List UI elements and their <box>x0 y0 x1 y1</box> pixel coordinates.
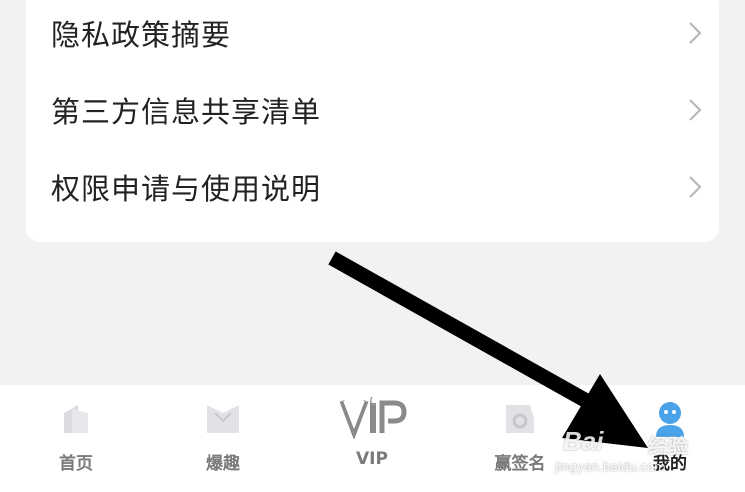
autograph-icon <box>506 405 534 433</box>
tab-label: 爆趣 <box>206 454 240 474</box>
tab-vip[interactable]: VIP <box>312 385 432 492</box>
menu-item-label: 权限申请与使用说明 <box>51 172 322 206</box>
tab-fun[interactable]: 爆趣 <box>163 385 283 492</box>
tab-label: 我的 <box>653 454 687 474</box>
settings-card: 隐私政策摘要 第三方信息共享清单 权限申请与使用说明 <box>26 0 719 242</box>
tab-autograph[interactable]: 赢签名 <box>460 385 580 492</box>
home-icon <box>64 405 88 433</box>
chevron-right-icon <box>689 176 702 198</box>
tab-label: 赢签名 <box>494 454 546 474</box>
tab-label: VIP <box>356 449 388 469</box>
menu-item-third-party-sharing[interactable]: 第三方信息共享清单 <box>26 72 719 148</box>
profile-icon <box>656 402 684 437</box>
vip-logo <box>339 396 407 439</box>
fun-icon <box>207 405 239 433</box>
menu-item-permissions[interactable]: 权限申请与使用说明 <box>26 149 719 225</box>
chevron-right-icon <box>689 22 702 44</box>
menu-item-label: 第三方信息共享清单 <box>51 95 322 129</box>
menu-item-privacy-summary[interactable]: 隐私政策摘要 <box>26 0 719 71</box>
tab-home[interactable]: 首页 <box>16 385 136 492</box>
menu-item-label: 隐私政策摘要 <box>51 18 232 52</box>
bottom-tab-bar: 首页 爆趣 VIP 赢签名 我的 <box>0 385 745 492</box>
chevron-right-icon <box>689 99 702 121</box>
tab-label: 首页 <box>59 454 93 474</box>
tab-profile[interactable]: 我的 <box>610 385 730 492</box>
